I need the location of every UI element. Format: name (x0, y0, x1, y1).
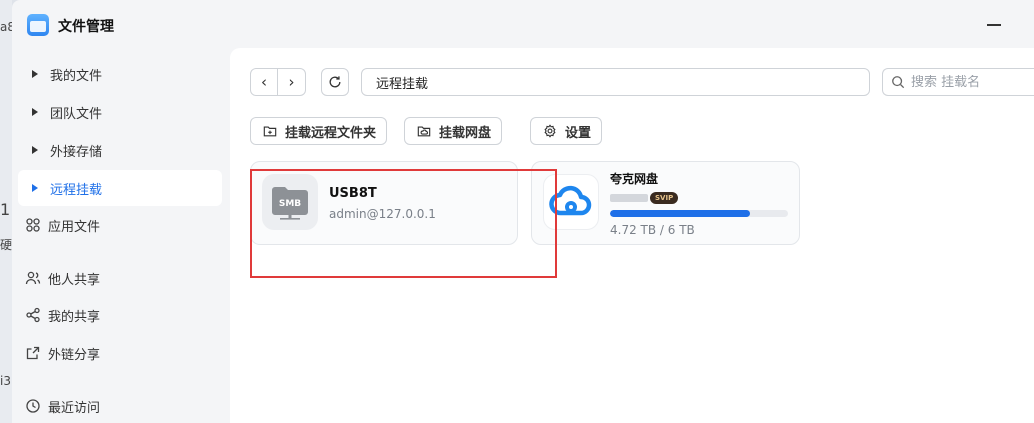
sidebar-item-label: 我的共享 (48, 309, 101, 325)
desktop-text-fragment: 硬 (0, 238, 13, 252)
sidebar-item-team-files[interactable]: 团队文件 (18, 94, 222, 130)
back-button[interactable]: ‹ (251, 69, 278, 95)
gear-icon (544, 124, 556, 138)
sidebar-item-recent[interactable]: 最近访问 (18, 388, 222, 423)
caret-right-icon (32, 146, 38, 154)
apps-grid-icon (24, 216, 42, 234)
sidebar-item-app-files[interactable]: 应用文件 (18, 207, 222, 243)
external-link-icon (24, 344, 42, 362)
sidebar-item-label: 外接存储 (50, 144, 103, 160)
sidebar-item-label: 最近访问 (48, 400, 101, 416)
sidebar-item-my-shares[interactable]: 我的共享 (18, 297, 222, 333)
caret-right-icon (32, 184, 38, 192)
folder-plus-icon (263, 126, 277, 137)
mount-remote-folder-button[interactable]: 挂载远程文件夹 (250, 117, 388, 145)
search-input[interactable] (911, 74, 1031, 90)
highlight-box (250, 169, 557, 278)
search-icon (892, 76, 905, 89)
title-bar: 文件管理 (12, 0, 1034, 48)
path-text: 远程挂载 (376, 76, 429, 92)
mount-name: 夸克网盘 (610, 172, 659, 186)
path-breadcrumb[interactable]: 远程挂载 (361, 68, 870, 96)
desktop-text-fragment: 1 (0, 200, 11, 219)
sidebar: 我的文件 团队文件 外接存储 远程挂载 应用文件 他人共享 我的共享 外链分享 … (12, 48, 230, 423)
minimize-button[interactable] (987, 24, 1001, 26)
sidebar-item-link-shares[interactable]: 外链分享 (18, 335, 222, 371)
refresh-button[interactable] (321, 68, 349, 96)
sidebar-item-label: 远程挂载 (50, 182, 103, 198)
button-label: 挂载远程文件夹 (285, 125, 377, 141)
mount-card-quark[interactable]: 夸克网盘 SVIP 4.72 TB / 6 TB (531, 161, 800, 245)
refresh-icon (329, 76, 341, 88)
mount-cloud-drive-button[interactable]: 挂载网盘 (404, 117, 503, 145)
clock-icon (24, 397, 42, 415)
search-box[interactable] (882, 68, 1034, 96)
storage-usage-text: 4.72 TB / 6 TB (610, 223, 695, 237)
caret-right-icon (32, 70, 38, 78)
storage-usage-bar (610, 210, 788, 217)
sidebar-item-label: 外链分享 (48, 347, 101, 363)
storage-usage-fill (610, 210, 751, 217)
sidebar-item-label: 应用文件 (48, 219, 101, 235)
forward-button[interactable]: › (278, 69, 305, 95)
sidebar-item-shared-with-me[interactable]: 他人共享 (18, 260, 222, 296)
sidebar-item-label: 我的文件 (50, 68, 103, 84)
sidebar-item-external-storage[interactable]: 外接存储 (18, 132, 222, 168)
account-name-redacted (610, 194, 648, 202)
desktop-text-fragment: i3 (0, 374, 11, 388)
button-label: 设置 (565, 125, 592, 141)
button-label: 挂载网盘 (439, 125, 492, 141)
sidebar-item-my-files[interactable]: 我的文件 (18, 56, 222, 92)
svip-badge: SVIP (650, 192, 679, 204)
history-nav: ‹ › (250, 68, 306, 96)
caret-right-icon (32, 108, 38, 116)
users-icon (24, 269, 42, 287)
sidebar-item-remote-mount[interactable]: 远程挂载 (18, 170, 222, 206)
settings-button[interactable]: 设置 (530, 117, 603, 145)
share-icon (24, 306, 42, 324)
sidebar-item-label: 团队文件 (50, 106, 103, 122)
file-manager-window: 文件管理 我的文件 团队文件 外接存储 远程挂载 应用文件 他人共享 我的共享 … (12, 0, 1034, 423)
cloud-folder-icon (417, 126, 431, 137)
sidebar-item-label: 他人共享 (48, 272, 101, 288)
folder-app-icon (27, 14, 49, 36)
main-panel: ‹ › 远程挂载 挂载远程文件夹 挂载网盘 设置 (230, 48, 1034, 423)
app-title: 文件管理 (58, 19, 114, 35)
